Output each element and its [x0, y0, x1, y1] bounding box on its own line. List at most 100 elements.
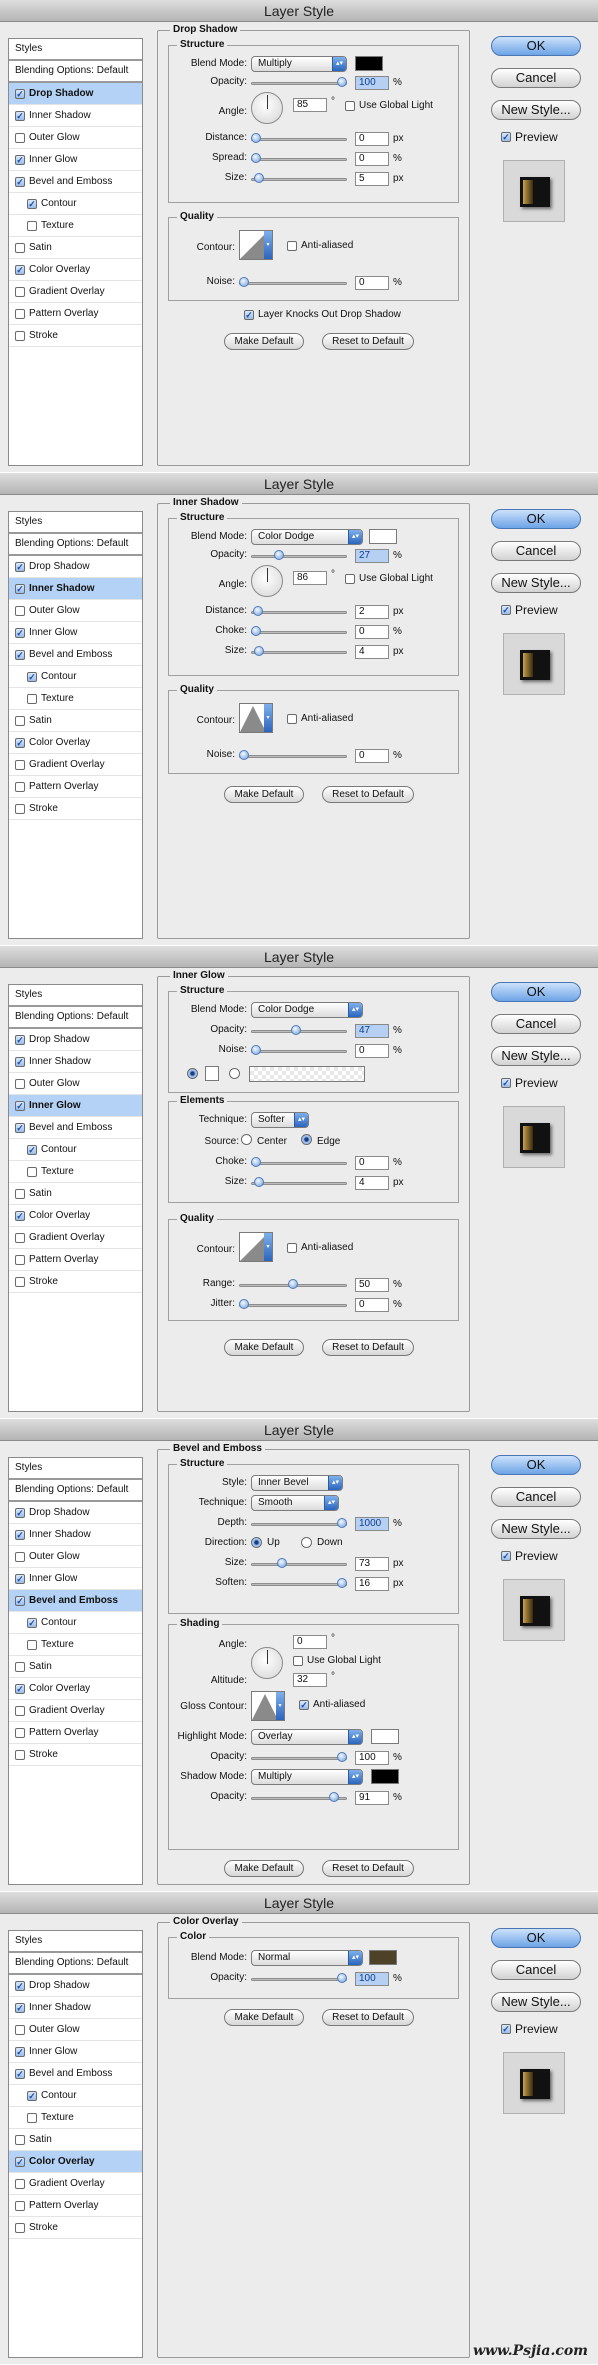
style-item-inner-glow[interactable]: ✓ Inner Glow [9, 2041, 142, 2063]
source-center-radio[interactable] [241, 1134, 252, 1145]
blending-options-item[interactable]: Blending Options: Default [9, 1007, 142, 1029]
style-item-color-overlay[interactable]: ✓ Color Overlay [9, 732, 142, 754]
slider-knob[interactable] [239, 750, 249, 760]
style-item-inner-glow[interactable]: ✓ Inner Glow [9, 149, 142, 171]
size-slider[interactable] [251, 1557, 347, 1571]
spread-slider[interactable] [251, 152, 347, 166]
preview-checkbox[interactable]: ✓ Preview [501, 1076, 558, 1090]
depth-input[interactable]: 1000 [355, 1517, 389, 1531]
contour-picker[interactable]: ▾ [239, 703, 273, 733]
opacity-input[interactable]: 100 [355, 76, 389, 90]
style-checkbox[interactable]: ✓ [15, 1573, 25, 1584]
style-item-texture[interactable]: Texture [9, 688, 142, 710]
choke-input[interactable]: 0 [355, 625, 389, 639]
anti-aliased[interactable]: Anti-aliased [287, 1242, 353, 1253]
style-item-texture[interactable]: Texture [9, 1161, 142, 1183]
checkbox[interactable]: ✓ [299, 1699, 309, 1710]
cancel-button[interactable]: Cancel [491, 1960, 581, 1980]
new-style-button[interactable]: New Style... [491, 1519, 581, 1539]
style-item-inner-glow[interactable]: ✓ Inner Glow [9, 1568, 142, 1590]
slider-knob[interactable] [251, 1157, 261, 1167]
style-checkbox[interactable] [15, 1705, 25, 1716]
style-item-inner-shadow[interactable]: ✓ Inner Shadow [9, 1524, 142, 1546]
style-item-satin[interactable]: Satin [9, 237, 142, 259]
contour-picker[interactable]: ▾ [239, 230, 273, 260]
cancel-button[interactable]: Cancel [491, 1487, 581, 1507]
style-checkbox[interactable] [15, 1749, 25, 1760]
style-checkbox[interactable] [27, 1166, 37, 1177]
noise-slider[interactable] [239, 749, 347, 763]
style-checkbox[interactable] [15, 1254, 25, 1265]
shadow-opacity-slider[interactable] [251, 1791, 347, 1805]
style-checkbox[interactable]: ✓ [15, 1595, 25, 1606]
anti-aliased[interactable]: Anti-aliased [287, 713, 353, 724]
ok-button[interactable]: OK [491, 36, 581, 56]
reset-default-button[interactable]: Reset to Default [322, 2009, 414, 2026]
highlight-opacity-input[interactable]: 100 [355, 1751, 389, 1765]
angle-dial[interactable] [251, 1647, 283, 1679]
technique-select[interactable]: Softer ▴▾ [251, 1112, 309, 1128]
shadow-opacity-input[interactable]: 91 [355, 1791, 389, 1805]
style-item-bevel-and-emboss[interactable]: ✓ Bevel and Emboss [9, 1590, 142, 1612]
choke-input[interactable]: 0 [355, 1156, 389, 1170]
style-checkbox[interactable]: ✓ [15, 2002, 25, 2013]
ok-button[interactable]: OK [491, 982, 581, 1002]
style-item-bevel-and-emboss[interactable]: ✓ Bevel and Emboss [9, 171, 142, 193]
style-checkbox[interactable]: ✓ [15, 176, 25, 187]
shadow-color-swatch[interactable] [371, 1769, 399, 1784]
angle-input[interactable]: 85 [293, 98, 327, 112]
ok-button[interactable]: OK [491, 509, 581, 529]
preview-checkbox[interactable]: ✓ Preview [501, 603, 558, 617]
size-input[interactable]: 5 [355, 172, 389, 186]
cancel-button[interactable]: Cancel [491, 68, 581, 88]
style-checkbox[interactable]: ✓ [15, 1034, 25, 1045]
slider-knob[interactable] [254, 1177, 264, 1187]
style-checkbox[interactable]: ✓ [15, 2046, 25, 2057]
opacity-slider[interactable] [251, 76, 347, 90]
slider-knob[interactable] [277, 1558, 287, 1568]
checkbox[interactable]: ✓ [244, 309, 254, 320]
style-item-pattern-overlay[interactable]: Pattern Overlay [9, 2195, 142, 2217]
style-item-satin[interactable]: Satin [9, 1183, 142, 1205]
style-checkbox[interactable] [15, 2024, 25, 2035]
style-checkbox[interactable]: ✓ [15, 737, 25, 748]
style-checkbox[interactable]: ✓ [15, 627, 25, 638]
style-item-inner-glow[interactable]: ✓ Inner Glow [9, 622, 142, 644]
checkbox[interactable] [287, 1242, 297, 1253]
opacity-slider[interactable] [251, 549, 347, 563]
style-checkbox[interactable] [15, 242, 25, 253]
glow-color-swatch[interactable] [205, 1066, 219, 1081]
highlight-color-swatch[interactable] [371, 1729, 399, 1744]
style-item-contour[interactable]: ✓ Contour [9, 193, 142, 215]
angle-dial[interactable] [251, 92, 283, 124]
style-item-drop-shadow[interactable]: ✓ Drop Shadow [9, 556, 142, 578]
style-checkbox[interactable] [15, 781, 25, 792]
style-checkbox[interactable]: ✓ [15, 1056, 25, 1067]
slider-knob[interactable] [239, 277, 249, 287]
style-item-stroke[interactable]: Stroke [9, 1744, 142, 1766]
style-item-satin[interactable]: Satin [9, 1656, 142, 1678]
anti-aliased[interactable]: ✓ Anti-aliased [299, 1699, 365, 1710]
ok-button[interactable]: OK [491, 1928, 581, 1948]
spread-input[interactable]: 0 [355, 152, 389, 166]
direction-down-radio[interactable] [301, 1537, 312, 1548]
size-slider[interactable] [251, 645, 347, 659]
style-item-pattern-overlay[interactable]: Pattern Overlay [9, 1249, 142, 1271]
opacity-slider[interactable] [251, 1024, 347, 1038]
knocks-out-checkbox[interactable]: ✓ Layer Knocks Out Drop Shadow [244, 309, 401, 320]
slider-knob[interactable] [251, 1045, 261, 1055]
bevel-style-select[interactable]: Inner Bevel ▴▾ [251, 1475, 343, 1491]
style-item-stroke[interactable]: Stroke [9, 325, 142, 347]
source-edge-radio[interactable] [301, 1134, 312, 1145]
style-checkbox[interactable]: ✓ [15, 1529, 25, 1540]
slider-knob[interactable] [337, 1578, 347, 1588]
style-item-color-overlay[interactable]: ✓ Color Overlay [9, 259, 142, 281]
reset-default-button[interactable]: Reset to Default [322, 786, 414, 803]
size-input[interactable]: 4 [355, 645, 389, 659]
size-slider[interactable] [251, 172, 347, 186]
checkbox[interactable]: ✓ [501, 1551, 511, 1561]
slider-knob[interactable] [251, 626, 261, 636]
direction-up-radio[interactable] [251, 1537, 262, 1548]
style-item-outer-glow[interactable]: Outer Glow [9, 600, 142, 622]
style-item-bevel-and-emboss[interactable]: ✓ Bevel and Emboss [9, 644, 142, 666]
